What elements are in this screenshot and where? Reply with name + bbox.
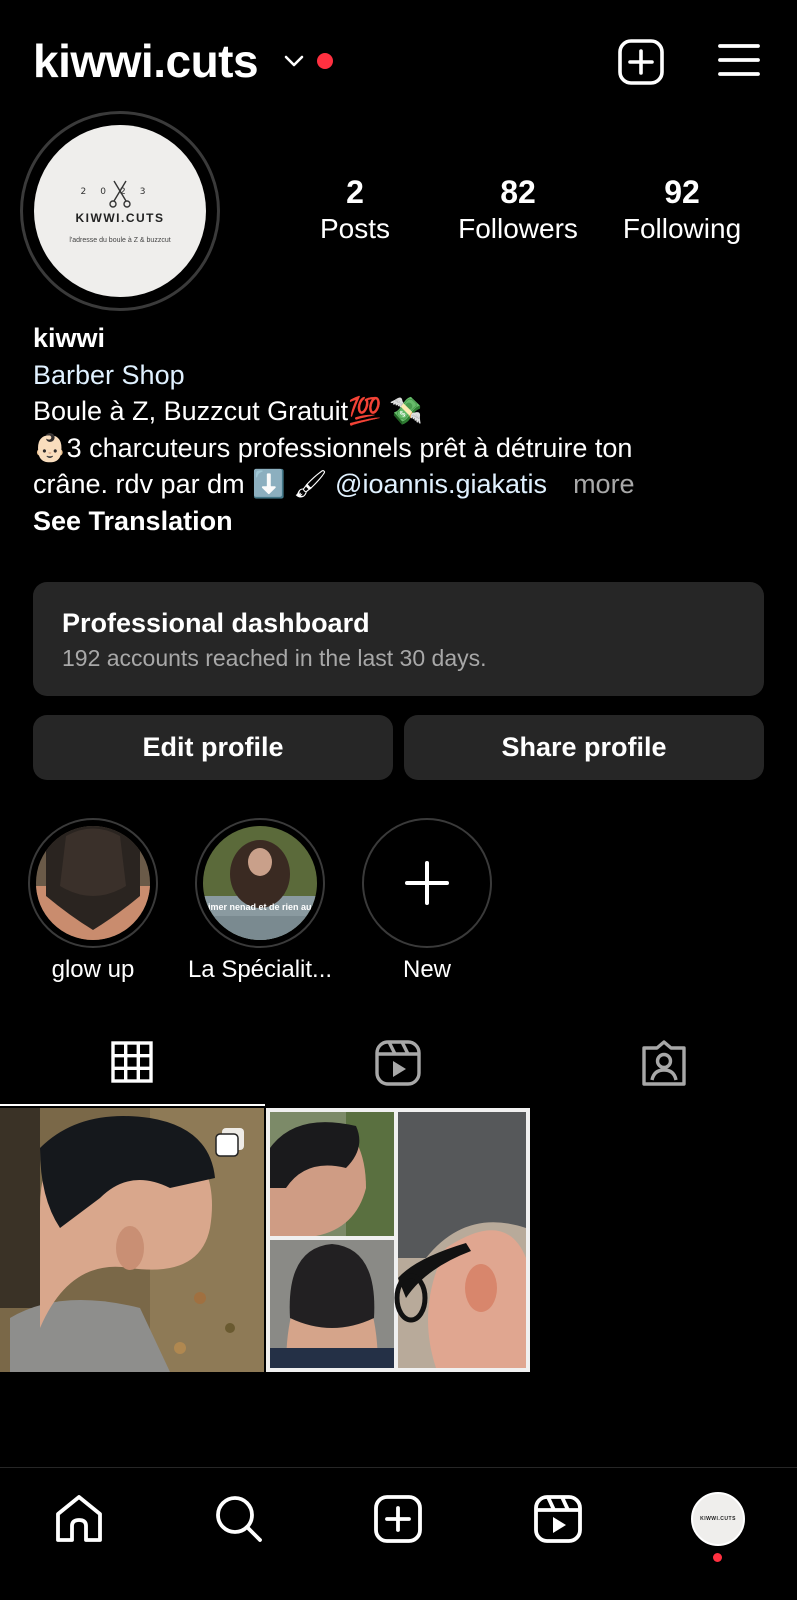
home-icon[interactable] (54, 1494, 104, 1544)
highlight-overlay-text: aimer nenad et de rien aussi (203, 902, 317, 912)
plus-square-icon[interactable] (617, 38, 665, 86)
account-switcher-username[interactable]: kiwwi.cuts (33, 32, 259, 90)
tagged-icon (642, 1040, 686, 1086)
edit-profile-button[interactable]: Edit profile (33, 715, 393, 780)
create-icon[interactable] (373, 1494, 423, 1544)
mention-link[interactable]: @ioannis.giakatis (335, 469, 547, 499)
stat-followers[interactable]: 82 Followers (448, 172, 588, 246)
tab-tagged[interactable] (532, 1035, 797, 1105)
stat-posts[interactable]: 2 Posts (300, 172, 410, 246)
bio-line-1-text: Boule à Z, Buzzcut Gratuit (33, 396, 349, 426)
bio-line-3: crâne. rdv par dm ⬇️ 🖌 @ioannis.giakatis… (33, 466, 773, 503)
notification-dot (713, 1553, 722, 1562)
reels-icon[interactable] (533, 1494, 583, 1544)
top-header: kiwwi.cuts (0, 0, 797, 120)
see-translation-link[interactable]: See Translation (33, 503, 773, 540)
stat-posts-count: 2 (346, 174, 364, 210)
bio-line-3-emoji: ⬇️ 🖌 (252, 469, 328, 499)
active-tab-indicator (0, 1104, 265, 1106)
grid-icon (111, 1041, 153, 1083)
logo-name: KIWWI.CUTS (700, 1516, 736, 1522)
profile-bio: kiwwi Barber Shop Boule à Z, Buzzcut Gra… (33, 320, 773, 539)
bio-line-1-emoji: 💯 💸 (348, 396, 423, 426)
tab-grid[interactable] (0, 1035, 265, 1105)
display-name: kiwwi (33, 323, 106, 353)
more-link[interactable]: more (573, 469, 635, 499)
share-profile-button[interactable]: Share profile (404, 715, 764, 780)
search-icon[interactable] (214, 1494, 264, 1544)
logo-name: KIWWI.CUTS (75, 211, 165, 225)
highlight-cover (36, 826, 150, 940)
highlight-label: New (402, 956, 451, 983)
post-thumbnail[interactable] (0, 1108, 264, 1372)
category-label: Barber Shop (33, 359, 185, 390)
hamburger-menu-icon[interactable] (718, 42, 760, 78)
stat-followers-count: 82 (500, 174, 536, 210)
bio-line-2-emoji: 👶🏻 (33, 432, 67, 463)
stat-following-count: 92 (664, 174, 700, 210)
dashboard-subtitle: 192 accounts reached in the last 30 days… (62, 645, 487, 671)
stat-posts-label: Posts (319, 213, 391, 244)
professional-dashboard[interactable]: Professional dashboard 192 accounts reac… (33, 582, 764, 696)
bio-line-1: Boule à Z, Buzzcut Gratuit💯 💸 (33, 393, 773, 430)
bio-line-3-text: crâne. rdv par dm (33, 469, 245, 499)
highlight-cover: aimer nenad et de rien aussi (203, 826, 317, 940)
post-thumbnail[interactable] (266, 1108, 530, 1372)
plus-icon (405, 861, 449, 905)
profile-avatar[interactable]: KIWWI.CUTS (691, 1492, 745, 1546)
bio-line-2-text: 3 charcuteurs professionnels prêt à détr… (66, 432, 633, 463)
stat-following-label: Following (622, 213, 742, 244)
stat-following[interactable]: 92 Following (612, 172, 752, 246)
reels-icon (375, 1040, 421, 1086)
highlight-label: glow up (51, 956, 135, 983)
bio-line-2: 👶🏻3 charcuteurs professionnels prêt à dé… (33, 430, 773, 467)
dashboard-title: Professional dashboard (62, 608, 370, 638)
chevron-down-icon[interactable] (283, 50, 305, 72)
stat-followers-label: Followers (458, 213, 578, 244)
profile-avatar[interactable]: 2023 KIWWI.CUTS l'adresse du boule à Z &… (34, 125, 206, 297)
notification-dot (317, 53, 333, 69)
multiple-posts-icon (215, 1128, 244, 1157)
logo-year: 2023 (80, 187, 160, 197)
highlight-label: La Spécialit... (187, 956, 333, 983)
logo-tagline: l'adresse du boule à Z & buzzcut (69, 237, 171, 244)
tab-reels[interactable] (266, 1035, 531, 1105)
